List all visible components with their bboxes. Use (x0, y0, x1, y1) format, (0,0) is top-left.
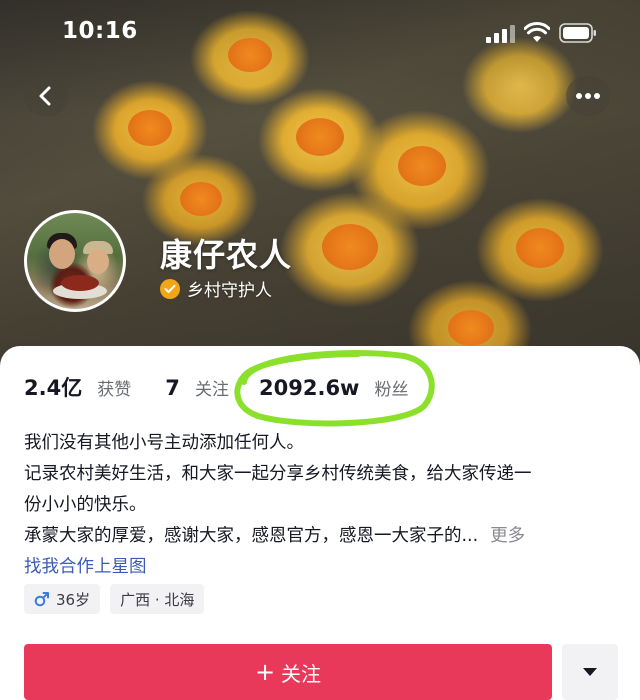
more-dots-icon (576, 93, 600, 99)
following-label: 关注 (195, 380, 230, 400)
male-icon (34, 592, 49, 607)
more-options-button[interactable] (566, 76, 610, 116)
verification-badge[interactable]: 乡村守护人 (160, 276, 272, 301)
profile-name: 康仔农人 (160, 236, 293, 274)
following-stat[interactable]: 7 关注 (165, 375, 229, 400)
flower-decoration (180, 182, 222, 216)
status-time: 10:16 (62, 18, 138, 44)
age-tag: 36岁 (24, 584, 101, 614)
verification-label: 乡村守护人 (187, 281, 272, 301)
follow-button[interactable]: + 关注 (24, 644, 552, 700)
flower-decoration (322, 224, 378, 270)
flower-decoration (448, 310, 494, 346)
chevron-down-icon (583, 668, 597, 676)
wifi-icon (524, 22, 550, 42)
following-count: 7 (165, 376, 180, 400)
likes-count: 2.4亿 (24, 376, 83, 400)
recommend-dropdown-button[interactable] (562, 644, 618, 700)
flower-decoration (296, 118, 344, 156)
highlight-circle-annotation (234, 350, 435, 427)
bio-line: 我们没有其他小号主动添加任何人。 (24, 433, 304, 453)
bio-more-link[interactable]: 更多 (490, 526, 525, 546)
status-bar: 10:16 (0, 0, 640, 66)
likes-stat: 2.4亿 获赞 (24, 372, 131, 402)
bio-line: 记录农村美好生活，和大家一起分享乡村传统美食，给大家传递一 (24, 464, 532, 484)
profile-bio: 我们没有其他小号主动添加任何人。 记录农村美好生活，和大家一起分享乡村传统美食，… (24, 428, 624, 583)
plus-icon: + (254, 658, 276, 686)
likes-label: 获赞 (97, 380, 132, 400)
age-label: 36岁 (56, 590, 91, 609)
bio-line: 份小小的快乐。 (24, 495, 147, 515)
verified-check-icon (160, 278, 180, 299)
avatar[interactable] (24, 210, 126, 312)
cooperation-link[interactable]: 找我合作上星图 (24, 552, 624, 583)
back-arrow-icon (39, 86, 51, 106)
follow-label: 关注 (281, 661, 322, 686)
profile-tags: 36岁 广西 · 北海 (24, 584, 214, 614)
signal-icon (486, 25, 516, 43)
bio-line: 承蒙大家的厚爱，感谢大家，感恩官方，感恩一大家子的... 更多 (24, 521, 624, 552)
flower-decoration (398, 146, 446, 186)
battery-icon (559, 23, 596, 43)
bio-line-text: 承蒙大家的厚爱，感谢大家，感恩官方，感恩一大家子的... (24, 526, 479, 546)
profile-info-card: 2.4亿 获赞 7 关注 2092.6w 粉丝 我们没有其他小号主动添加任何人。… (0, 346, 640, 700)
flower-decoration (128, 110, 172, 146)
location-label: 广西 · 北海 (120, 590, 195, 609)
back-button[interactable] (24, 76, 68, 116)
flower-decoration (516, 228, 564, 268)
location-tag: 广西 · 北海 (110, 584, 205, 614)
